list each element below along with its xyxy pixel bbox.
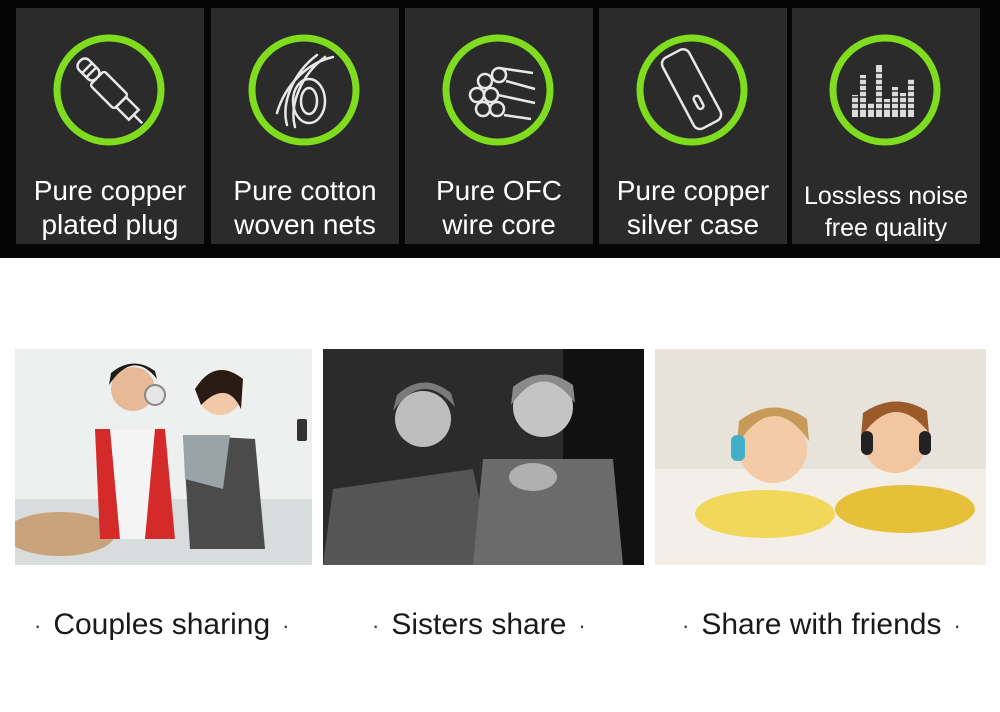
feature-label: Pure copper plated plug — [33, 175, 187, 240]
feature-label: Pure cotton woven nets — [233, 175, 377, 240]
feature-card-wire: Pure OFC wire core — [405, 8, 593, 244]
couples-photo — [15, 349, 312, 565]
woven-net-icon — [248, 34, 360, 146]
feature-card-plug: Pure copper plated plug — [16, 8, 204, 244]
feature-label: Lossless noise free quality — [804, 182, 968, 242]
friends-caption: · Share with friends · — [682, 608, 961, 641]
feature-label: Pure OFC wire core — [435, 175, 563, 240]
sisters-photo — [323, 349, 644, 565]
friends-photo — [655, 349, 986, 565]
couples-caption: · Couples sharing · — [34, 608, 290, 641]
feature-card-lossless: Lossless noise free quality — [792, 8, 980, 244]
silver-case-icon — [636, 34, 748, 146]
equalizer-icon — [829, 34, 941, 146]
feature-label: Pure copper silver case — [616, 175, 770, 240]
feature-card-case: Pure copper silver case — [599, 8, 787, 244]
audio-plug-icon — [53, 34, 165, 146]
feature-card-cotton: Pure cotton woven nets — [211, 8, 399, 244]
sisters-caption: · Sisters share · — [372, 608, 586, 641]
wire-core-icon — [442, 34, 554, 146]
